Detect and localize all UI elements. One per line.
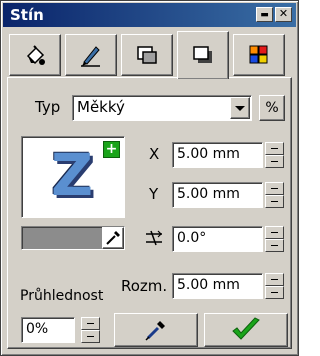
angle-down-button[interactable] (265, 239, 284, 252)
size-label: Rozm. (121, 277, 168, 295)
add-icon[interactable]: + (103, 141, 120, 158)
close-button[interactable]: ✕ (275, 7, 292, 22)
dropdown-button[interactable] (230, 97, 250, 119)
eyedropper-icon (145, 321, 165, 341)
pick-shadow-button[interactable] (114, 313, 198, 347)
opacity-value: 0% (26, 321, 49, 337)
skew-angle-icon (146, 230, 162, 246)
size-input[interactable]: 5.00 mm (172, 273, 263, 299)
tab-outline[interactable] (65, 34, 117, 76)
eyedropper-icon (106, 231, 120, 245)
chevron-down-icon (235, 106, 245, 111)
shadow-dialog: Stín ▬ ✕ Typ Měkký % Z + X 5.00 mm Y 5.0… (0, 0, 299, 356)
opacity-down-button[interactable] (81, 330, 100, 343)
tab-color[interactable] (233, 34, 285, 76)
shadow-color-swatch[interactable] (21, 226, 125, 250)
add-symbol: + (105, 141, 118, 157)
close-icon: ✕ (278, 7, 289, 20)
title-bar[interactable]: Stín ▬ ✕ (3, 3, 296, 27)
x-spinner[interactable] (265, 142, 284, 168)
opacity-label: Průhlednost (20, 288, 104, 304)
angle-up-button[interactable] (265, 226, 284, 239)
y-spinner[interactable] (265, 182, 284, 208)
shadow-preview: Z + (21, 136, 125, 218)
angle-input[interactable]: 0.0° (172, 226, 263, 252)
shadow-icon (193, 45, 212, 63)
type-value: Měkký (77, 98, 125, 116)
x-down-button[interactable] (265, 155, 284, 168)
percent-label: % (265, 100, 279, 116)
x-label: X (149, 145, 160, 163)
angle-spinner[interactable] (265, 226, 284, 252)
checkmark-icon (232, 317, 260, 340)
x-value: 5.00 mm (177, 146, 240, 162)
opacity-input[interactable]: 0% (21, 317, 75, 343)
y-value: 5.00 mm (177, 186, 240, 202)
angle-value: 0.0° (177, 230, 207, 246)
y-offset-input[interactable]: 5.00 mm (172, 182, 263, 208)
tab-transparency[interactable] (121, 34, 173, 76)
pen-icon (81, 46, 100, 67)
y-label: Y (149, 185, 159, 203)
minimize-button[interactable]: ▬ (256, 7, 273, 22)
size-up-button[interactable] (265, 273, 284, 286)
eyedropper-button[interactable] (102, 227, 124, 249)
tab-fill[interactable] (9, 34, 61, 76)
x-up-button[interactable] (265, 142, 284, 155)
minimize-icon: ▬ (260, 10, 269, 20)
size-spinner[interactable] (265, 273, 284, 299)
x-offset-input[interactable]: 5.00 mm (172, 142, 263, 168)
size-down-button[interactable] (265, 286, 284, 299)
y-up-button[interactable] (265, 182, 284, 195)
apply-button[interactable] (204, 313, 288, 347)
paint-bucket-icon (26, 45, 45, 65)
type-label: Typ (35, 98, 61, 116)
percent-button[interactable]: % (259, 95, 285, 121)
size-value: 5.00 mm (177, 277, 240, 293)
preview-letter: Z (51, 141, 94, 209)
tab-shadow[interactable] (177, 31, 229, 79)
window-title: Stín (10, 6, 44, 24)
color-grid-icon (249, 45, 268, 64)
opacity-spinner[interactable] (81, 317, 100, 343)
type-select[interactable]: Měkký (72, 95, 252, 121)
transparency-icon (137, 46, 157, 64)
y-down-button[interactable] (265, 195, 284, 208)
opacity-up-button[interactable] (81, 317, 100, 330)
